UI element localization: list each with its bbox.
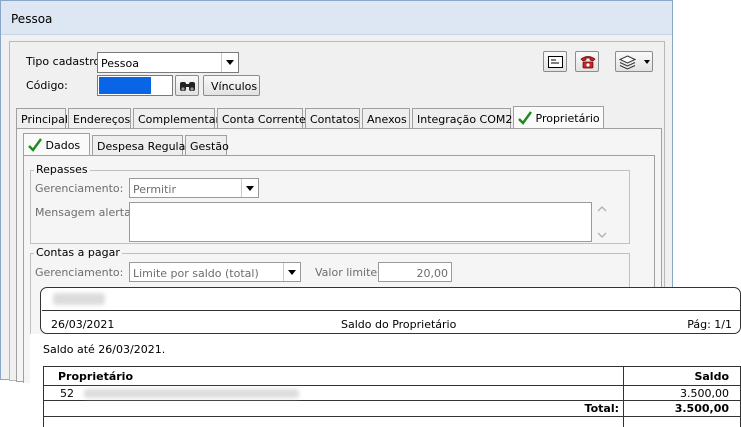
binoculars-icon	[179, 79, 196, 93]
tab-complementar[interactable]: Complementar	[133, 108, 215, 130]
tipo-cadastro-select[interactable]: Pessoa	[97, 52, 239, 73]
contas-gerenciamento-label: Gerenciamento:	[35, 266, 123, 279]
report-table: Proprietário Saldo 52 3.500,00 Total: 3.…	[43, 366, 741, 427]
tab-proprietario[interactable]: Proprietário	[513, 106, 604, 130]
phone-icon	[580, 55, 596, 69]
repasses-gerenciamento-select[interactable]: Permitir	[129, 178, 259, 198]
mensagem-alerta-label: Mensagem alerta:	[35, 206, 135, 219]
checkmark-icon	[518, 111, 532, 125]
tab-anexos[interactable]: Anexos	[362, 108, 410, 130]
tab-conta-corrente[interactable]: Conta Corrente	[217, 108, 303, 130]
tab-enderecos[interactable]: Endereços	[68, 108, 131, 130]
tab-principal[interactable]: Principal	[16, 108, 66, 130]
report-total-row: Total: 3.500,00	[44, 401, 741, 417]
row-owner-cell: 52	[44, 386, 624, 401]
tipo-cadastro-value: Pessoa	[101, 57, 139, 70]
layers-icon	[619, 55, 636, 70]
phone-button[interactable]	[575, 51, 599, 72]
codigo-selection	[99, 77, 151, 94]
total-value: 3.500,00	[624, 401, 741, 417]
repasses-title: Repasses	[34, 163, 90, 176]
col-saldo: Saldo	[624, 367, 741, 386]
report-body: Saldo até 26/03/2021. Proprietário Saldo…	[30, 334, 741, 424]
contas-gerenciamento-value: Limite por saldo (total)	[133, 267, 259, 280]
valor-limite-label: Valor limite:	[315, 266, 381, 279]
tab-contatos[interactable]: Contatos	[305, 108, 360, 130]
tab-integracao-com21[interactable]: Integração COM21	[412, 108, 511, 130]
contas-pagar-title: Contas a pagar	[34, 246, 122, 259]
redacted-owner-name	[84, 389, 299, 398]
tipo-cadastro-label: Tipo cadastro	[26, 55, 100, 68]
col-proprietario: Proprietário	[44, 367, 624, 386]
vinculos-label: Vínculos	[211, 80, 257, 93]
scroll-arrows-icon	[595, 202, 609, 242]
card-icon	[548, 56, 563, 68]
report-subtitle: Saldo até 26/03/2021.	[43, 343, 165, 356]
subtab-despesa-regular[interactable]: Despesa Regular	[92, 135, 183, 155]
report-date: 26/03/2021	[51, 318, 114, 331]
contas-gerenciamento-select[interactable]: Limite por saldo (total)	[129, 262, 301, 282]
subtab-gestao[interactable]: Gestão	[185, 135, 227, 155]
redacted-company-name	[53, 293, 105, 305]
report-divider	[42, 310, 740, 311]
tab-proprietario-label: Proprietário	[536, 112, 600, 125]
checkmark-icon	[28, 138, 42, 152]
valor-limite-value: 20,00	[417, 267, 449, 280]
repasses-gerenciamento-label: Gerenciamento:	[35, 182, 123, 195]
repasses-gerenciamento-value: Permitir	[133, 183, 176, 196]
subtab-dados[interactable]: Dados	[23, 133, 90, 155]
report-empty-row	[44, 417, 741, 427]
chevron-down-icon[interactable]	[241, 179, 258, 197]
chevron-down-icon[interactable]	[221, 53, 238, 72]
title-bar[interactable]: Pessoa	[1, 1, 672, 35]
vinculos-button[interactable]: Vínculos	[203, 75, 260, 96]
mensagem-alerta-textarea[interactable]	[129, 202, 592, 242]
valor-limite-input[interactable]: 20,00	[378, 262, 452, 282]
table-row: 52 3.500,00	[44, 386, 741, 401]
report-page: Pág: 1/1	[687, 318, 732, 331]
card-button[interactable]	[543, 51, 567, 72]
chevron-down-icon[interactable]	[283, 263, 300, 281]
total-label: Total:	[44, 401, 624, 417]
layers-menu-button[interactable]	[615, 51, 653, 72]
mensagem-scrollbar[interactable]	[595, 202, 609, 242]
search-code-button[interactable]	[175, 75, 199, 96]
report-title: Saldo do Proprietário	[341, 318, 456, 331]
report-header-row: Proprietário Saldo	[44, 367, 741, 386]
codigo-input[interactable]	[97, 75, 173, 96]
subtab-dados-label: Dados	[46, 139, 81, 152]
window-title: Pessoa	[11, 12, 52, 26]
row-owner-code: 52	[60, 387, 74, 400]
chevron-down-icon	[644, 60, 650, 64]
codigo-label: Código:	[26, 79, 68, 92]
row-saldo-cell: 3.500,00	[624, 386, 741, 401]
report-header-card: 26/03/2021 Saldo do Proprietário Pág: 1/…	[40, 287, 741, 334]
